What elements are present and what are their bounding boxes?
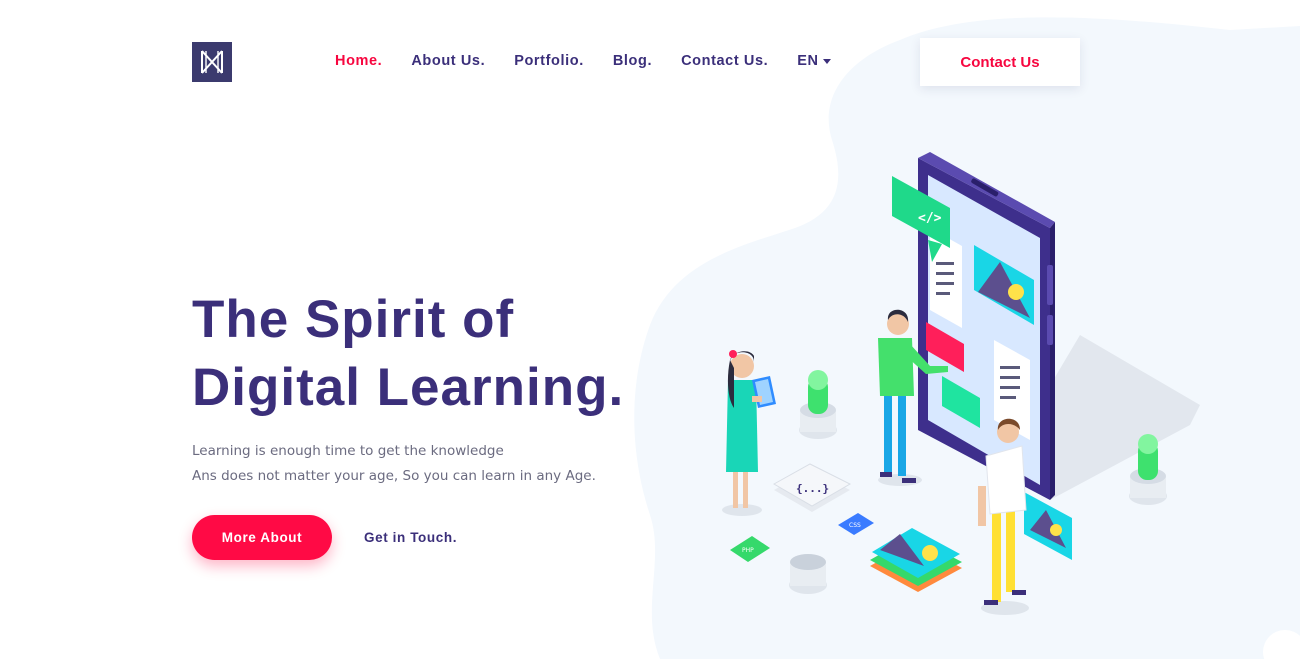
nav-item-portfolio[interactable]: Portfolio. — [514, 52, 584, 70]
braces-block-icon: {...} — [772, 463, 852, 512]
brand-logo[interactable] — [192, 42, 232, 82]
language-label: EN — [797, 53, 819, 69]
css-tag-icon: CSS — [838, 513, 874, 535]
nav-item-contact[interactable]: Contact Us. — [681, 52, 768, 70]
code-bubble-text: </> — [918, 211, 942, 226]
php-tag-icon: PHP — [730, 536, 770, 562]
nav-item-home[interactable]: Home. — [335, 52, 382, 70]
hero-subtitle-line-2: Ans does not matter your age, So you can… — [192, 468, 596, 484]
nav-item-about[interactable]: About Us. — [411, 52, 485, 70]
plant-pot-left — [799, 370, 837, 439]
get-in-touch-link[interactable]: Get in Touch. — [364, 529, 457, 547]
image-card-icon — [1024, 492, 1072, 560]
main-nav: Home. About Us. Portfolio. Blog. Contact… — [335, 52, 831, 70]
photo-stack-icon — [870, 528, 962, 592]
hero-title-line-2: Digital Learning. — [192, 358, 625, 417]
hero-subtitle: Learning is enough time to get the knowl… — [192, 439, 652, 489]
nav-item-blog[interactable]: Blog. — [613, 52, 652, 70]
language-dropdown[interactable]: EN — [797, 52, 831, 70]
brand-logo-icon — [192, 42, 232, 82]
braces-text: {...} — [796, 482, 829, 495]
hero-title-line-1: The Spirit of — [192, 290, 515, 349]
more-about-button[interactable]: More About — [192, 515, 332, 560]
hero-subtitle-line-1: Learning is enough time to get the knowl… — [192, 443, 504, 459]
contact-us-button[interactable]: Contact Us — [920, 38, 1080, 86]
css-tag-text: CSS — [849, 522, 861, 529]
hero-title: The Spirit of Digital Learning. — [192, 286, 672, 422]
hero-illustration: </> {...} PHP CSS — [722, 152, 1200, 615]
caret-down-icon — [822, 58, 831, 64]
php-tag-text: PHP — [742, 547, 754, 554]
empty-pot — [789, 554, 827, 594]
woman-figure — [722, 350, 776, 516]
